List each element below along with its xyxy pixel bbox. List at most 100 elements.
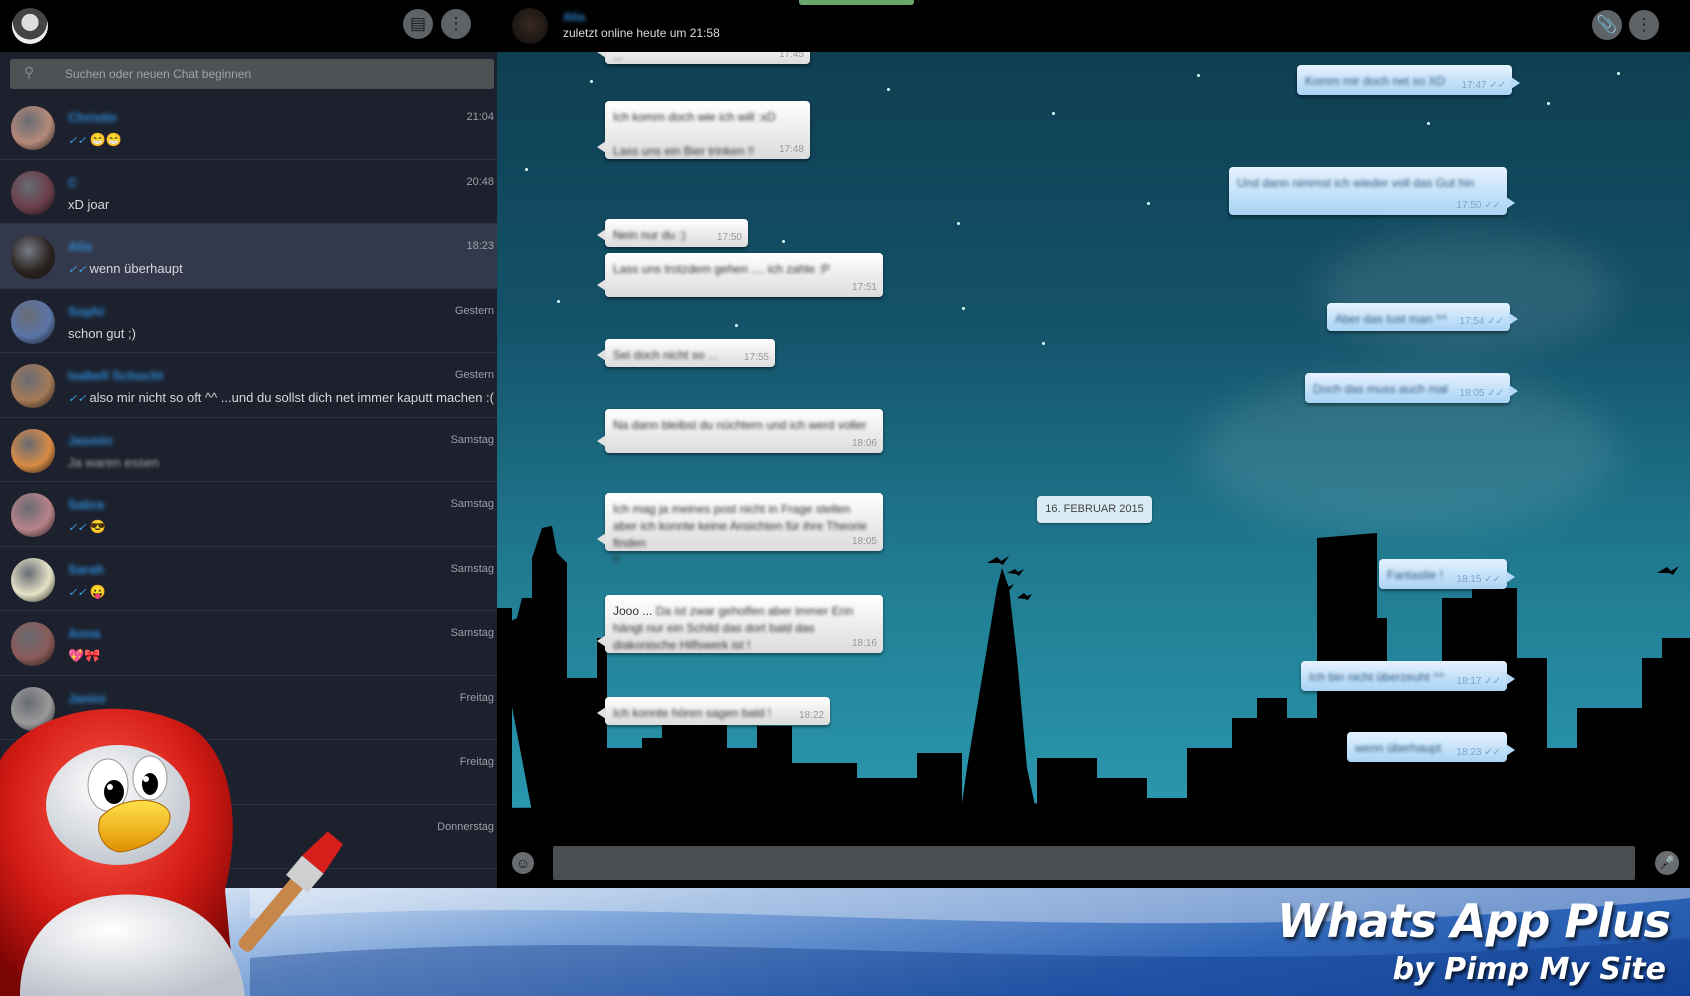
- chat-last-message: xD joar: [68, 197, 109, 212]
- chat-list-item[interactable]: Jasmin Samstag Ja waren essen: [0, 418, 497, 482]
- new-chat-button[interactable]: ▤: [403, 9, 433, 39]
- contact-avatar[interactable]: [512, 8, 548, 44]
- message-body: Na dann bleibst du nüchtern und ich werd…: [613, 418, 867, 432]
- double-check-icon: ✓✓: [68, 135, 87, 147]
- chat-list-item[interactable]: Sarah Samstag ✓✓ 😛: [0, 547, 497, 611]
- chat-list-item[interactable]: C 20:48 xD joar: [0, 160, 497, 224]
- emoji-button[interactable]: ☺: [512, 852, 534, 874]
- star-decoration: [1427, 122, 1430, 125]
- emoji-icon: ☺: [515, 855, 531, 871]
- chat-list-item[interactable]: Sabra Samstag ✓✓ 😎: [0, 482, 497, 547]
- cloud-decoration: [1317, 232, 1617, 352]
- chat-list-item[interactable]: Anna Samstag 💖🎀: [0, 611, 497, 676]
- incoming-message[interactable]: Nein nur du :) 17:50: [597, 219, 748, 247]
- chat-time: Freitag: [459, 691, 494, 704]
- message-time: 17:50 ✓✓: [1456, 200, 1501, 211]
- search-input[interactable]: [65, 63, 465, 85]
- incoming-message[interactable]: Na dann bleibst du nüchtern und ich werd…: [597, 409, 883, 453]
- incoming-message[interactable]: ... 17:45: [597, 52, 810, 65]
- star-decoration: [1052, 112, 1055, 115]
- incoming-message[interactable]: Sei doch nicht so ... 17:55: [597, 339, 775, 367]
- chat-time: Samstag: [450, 433, 494, 446]
- message-time-text: 18:05: [1459, 388, 1485, 399]
- double-check-icon: ✓✓: [1489, 80, 1506, 91]
- star-decoration: [1547, 102, 1550, 105]
- my-avatar[interactable]: [12, 8, 48, 44]
- chat-time: 21:04: [466, 111, 494, 123]
- chat-last-message: ✓✓ 😛: [68, 584, 106, 600]
- double-check-icon: ✓✓: [1487, 316, 1504, 327]
- double-check-icon: ✓✓: [1484, 200, 1501, 211]
- message-body: Nein nur du :): [613, 228, 686, 242]
- incoming-message[interactable]: Ich konnte hören sagen bald ! 18:22: [597, 697, 830, 725]
- attach-button[interactable]: 📎: [1592, 10, 1622, 40]
- conversation-menu-button[interactable]: ⋮: [1629, 10, 1659, 40]
- incoming-message[interactable]: Jooo ... Da ist zwar geholfen aber immer…: [597, 595, 883, 653]
- message-time-text: 18:15: [1456, 574, 1482, 585]
- outgoing-message[interactable]: Doch das muss auch mal 18:05 ✓✓: [1305, 373, 1518, 403]
- message-time-text: 18:05: [851, 536, 877, 547]
- message-time-text: 17:54: [1459, 316, 1485, 327]
- message-text: ...: [613, 52, 802, 65]
- chat-name: Alia: [68, 239, 92, 254]
- contact-status: zuletzt online heute um 21:58: [563, 26, 720, 40]
- outgoing-message[interactable]: Komm mir doch net so XD 17:47 ✓✓: [1297, 65, 1520, 95]
- contact-name[interactable]: Alia: [563, 10, 585, 24]
- chat-time: Samstag: [450, 498, 494, 510]
- message-time: 18:05: [852, 536, 877, 547]
- contact-avatar: [11, 622, 55, 666]
- chat-name: Anna: [68, 626, 101, 641]
- chat-last-message-text: wenn überhaupt: [89, 261, 183, 276]
- message-body: Komm mir doch net so XD: [1305, 74, 1446, 88]
- chat-last-message: 💖🎀: [68, 648, 100, 664]
- chat-list-item[interactable]: Sophi Gestern schon gut ;): [0, 289, 497, 353]
- chat-last-message: ✓✓ 😎: [68, 519, 106, 535]
- message-prefix: Jooo ...: [613, 604, 656, 618]
- message-time-text: 18:22: [798, 710, 824, 721]
- chat-name: C: [68, 174, 78, 190]
- chat-time: Samstag: [450, 627, 494, 639]
- outgoing-message[interactable]: Ich bin nicht überzeuht ^^ 18:17 ✓✓: [1301, 661, 1515, 691]
- message-time: 17:47 ✓✓: [1461, 80, 1506, 91]
- message-time: 18:17 ✓✓: [1456, 676, 1501, 687]
- incoming-message[interactable]: Lass uns trotzdem gehen .... ich zahle :…: [597, 253, 883, 297]
- chat-list-item[interactable]: Alia 18:23 ✓✓ wenn überhaupt: [0, 224, 497, 289]
- chat-last-message-text: Ja waren essen: [68, 454, 160, 470]
- outgoing-message[interactable]: wenn überhaupt 18:23 ✓✓: [1347, 732, 1515, 762]
- banner-title: Whats App Plus: [1277, 894, 1671, 948]
- chat-last-message: ✓✓ wenn überhaupt: [68, 261, 183, 276]
- paperclip-icon: 📎: [1596, 15, 1618, 34]
- microphone-button[interactable]: 🎤: [1655, 851, 1679, 875]
- message-time-text: 18:17: [1456, 676, 1482, 687]
- chat-name: Jasmin: [68, 432, 113, 448]
- message-time: 18:23 ✓✓: [1456, 747, 1501, 758]
- chat-list-item[interactable]: Isabell Schucht Gestern ✓✓ also mir nicht s…: [0, 353, 497, 418]
- chat-last-message-text: 😛: [89, 583, 106, 599]
- message-text: Na dann bleibst du nüchtern und ich werd…: [613, 417, 875, 434]
- incoming-message[interactable]: Ich mag ja meines post nicht in Frage st…: [597, 493, 883, 567]
- message-input[interactable]: [553, 846, 1635, 880]
- message-time: 18:05 ✓✓: [1459, 388, 1504, 399]
- outgoing-message[interactable]: Und dann nimmst ich wieder voll das Gut …: [1229, 167, 1515, 215]
- chat-time: Donnerstag: [437, 820, 494, 833]
- message-area[interactable]: 16. FEBRUAR 2015 ... 17:45 Komm mir doch n…: [497, 52, 1690, 838]
- message-time: 17:51: [852, 282, 877, 293]
- outgoing-message[interactable]: Fantastie ! 18:15 ✓✓: [1379, 559, 1515, 589]
- message-body: Und dann nimmst ich wieder voll das Gut …: [1237, 176, 1475, 190]
- chat-last-message-text: 💖🎀: [68, 648, 101, 663]
- double-check-icon: ✓✓: [1484, 676, 1501, 687]
- message-body: wenn überhaupt: [1355, 741, 1442, 755]
- contact-avatar: [11, 235, 55, 279]
- star-decoration: [1197, 74, 1200, 77]
- message-body: Fantastie !: [1387, 568, 1444, 582]
- date-divider: 16. FEBRUAR 2015: [1037, 496, 1152, 523]
- chat-name: Sophi: [68, 303, 105, 319]
- star-decoration: [1147, 202, 1150, 205]
- chat-name: Sarah: [68, 561, 105, 577]
- message-time-text: 17:51: [851, 282, 877, 293]
- incoming-message[interactable]: Ich komm doch wie ich will :xD Lass uns …: [597, 101, 810, 159]
- chat-list-item[interactable]: Christin 21:04 ✓✓ 😁😁: [0, 95, 497, 160]
- star-decoration: [887, 88, 890, 91]
- outgoing-message[interactable]: Aber das tust man ^^ 17:54 ✓✓: [1327, 303, 1518, 331]
- sidebar-menu-button[interactable]: ⋮: [441, 9, 471, 39]
